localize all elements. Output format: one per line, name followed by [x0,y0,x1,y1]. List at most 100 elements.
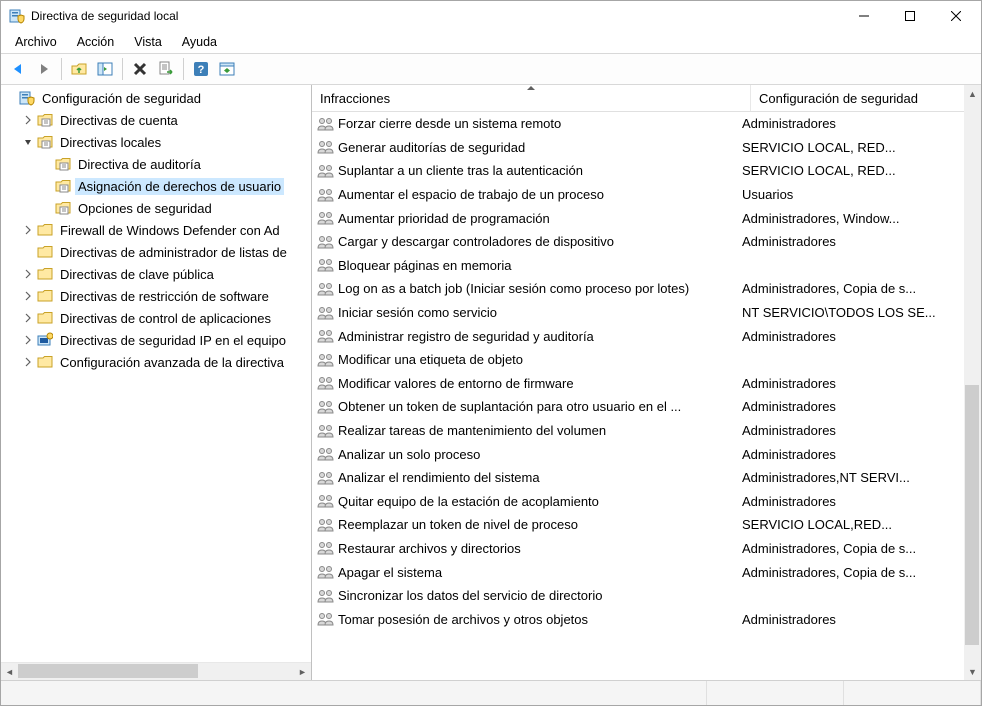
tree-item[interactable]: Firewall de Windows Defender con Ad [1,219,311,241]
list-row[interactable]: Modificar una etiqueta de objeto [312,348,964,372]
tree-pane: Configuración de seguridadDirectivas de … [1,85,312,680]
tree-item[interactable]: Directivas de cuenta [1,109,311,131]
toolbar-separator [183,58,184,80]
maximize-button[interactable] [887,1,933,31]
list-row[interactable]: Aumentar el espacio de trabajo de un pro… [312,183,964,207]
policy-name: Obtener un token de suplantación para ot… [338,399,742,414]
forward-icon[interactable] [33,58,55,80]
folder-icon [55,178,71,194]
tree-item[interactable]: Directivas locales [1,131,311,153]
tree-item[interactable]: Configuración de seguridad [1,87,311,109]
app-icon [9,8,25,24]
list-row[interactable]: Iniciar sesión como servicioNT SERVICIO\… [312,301,964,325]
user-right-icon [316,540,336,556]
tree-item[interactable]: Opciones de seguridad [1,197,311,219]
scrollbar-thumb[interactable] [18,664,198,678]
menu-vista[interactable]: Vista [124,33,172,51]
status-bar [1,680,981,705]
user-right-icon [316,564,336,580]
scroll-left-icon[interactable]: ◄ [1,663,18,680]
list-row[interactable]: Generar auditorías de seguridadSERVICIO … [312,136,964,160]
scroll-down-icon[interactable]: ▼ [964,663,981,680]
expand-icon[interactable] [23,225,37,235]
column-header-setting[interactable]: Configuración de seguridad [751,85,964,111]
list-row[interactable]: Aumentar prioridad de programaciónAdmini… [312,206,964,230]
expand-icon[interactable] [23,269,37,279]
list-row[interactable]: Apagar el sistemaAdministradores, Copia … [312,560,964,584]
policy-name: Forzar cierre desde un sistema remoto [338,116,742,131]
tree-item[interactable]: Configuración avanzada de la directiva [1,351,311,373]
column-header-setting-label: Configuración de seguridad [759,91,918,106]
list-row[interactable]: Modificar valores de entorno de firmware… [312,372,964,396]
menu-acción[interactable]: Acción [67,33,125,51]
tree[interactable]: Configuración de seguridadDirectivas de … [1,85,311,662]
collapse-icon[interactable] [23,137,37,147]
back-icon[interactable] [7,58,29,80]
security-setting: NT SERVICIO\TODOS LOS SE... [742,305,964,320]
tree-item[interactable]: Directivas de restricción de software [1,285,311,307]
list-row[interactable]: Cargar y descargar controladores de disp… [312,230,964,254]
show-hide-tree-icon[interactable] [94,58,116,80]
list-row[interactable]: Suplantar a un cliente tras la autentica… [312,159,964,183]
security-setting: Administradores, Window... [742,211,964,226]
tree-item[interactable]: Directivas de administrador de listas de [1,241,311,263]
expand-icon[interactable] [23,335,37,345]
list-row[interactable]: Analizar un solo procesoAdministradores [312,442,964,466]
tree-item[interactable]: Asignación de derechos de usuario [1,175,311,197]
expand-icon[interactable] [23,115,37,125]
tree-horizontal-scrollbar[interactable]: ◄ ► [1,662,311,680]
expand-icon[interactable] [23,357,37,367]
list-row[interactable]: Sincronizar los datos del servicio de di… [312,584,964,608]
list-row[interactable]: Reemplazar un token de nivel de procesoS… [312,513,964,537]
tree-item[interactable]: Directiva de auditoría [1,153,311,175]
policy-name: Reemplazar un token de nivel de proceso [338,517,742,532]
list-row[interactable]: Log on as a batch job (Iniciar sesión co… [312,277,964,301]
list-row[interactable]: Bloquear páginas en memoria [312,254,964,278]
list-row[interactable]: Administrar registro de seguridad y audi… [312,324,964,348]
policy-name: Sincronizar los datos del servicio de di… [338,588,742,603]
tree-item-label: Directivas de seguridad IP en el equipo [57,332,289,349]
toolbar-separator [122,58,123,80]
delete-icon[interactable] [129,58,151,80]
tree-item[interactable]: Directivas de control de aplicaciones [1,307,311,329]
menu-ayuda[interactable]: Ayuda [172,33,227,51]
user-right-icon [316,352,336,368]
up-folder-icon[interactable] [68,58,90,80]
list-body[interactable]: Forzar cierre desde un sistema remoto Adm… [312,112,964,680]
tree-item[interactable]: Directivas de clave pública [1,263,311,285]
scroll-right-icon[interactable]: ► [294,663,311,680]
scroll-up-icon[interactable]: ▲ [964,85,981,102]
minimize-button[interactable] [841,1,887,31]
folder-icon [55,200,71,216]
list-row[interactable]: Realizar tareas de mantenimiento del vol… [312,419,964,443]
list-vertical-scrollbar[interactable]: ▲ ▼ [964,85,981,680]
list-row[interactable]: Forzar cierre desde un sistema remotoAdm… [312,112,964,136]
list-row[interactable]: Tomar posesión de archivos y otros objet… [312,607,964,631]
close-button[interactable] [933,1,979,31]
user-right-icon [316,375,336,391]
expand-icon[interactable] [23,291,37,301]
list-row[interactable]: Obtener un token de suplantación para ot… [312,395,964,419]
expand-icon[interactable] [23,313,37,323]
tree-item[interactable]: Directivas de seguridad IP en el equipo [1,329,311,351]
svg-text:?: ? [198,64,205,76]
policy-name: Bloquear páginas en memoria [338,258,742,273]
list-row[interactable]: Analizar el rendimiento del sistemaAdmin… [312,466,964,490]
security-setting: Administradores, Copia de s... [742,565,964,580]
help-icon[interactable]: ? [190,58,212,80]
user-right-icon [316,139,336,155]
user-right-icon [316,305,336,321]
menu-archivo[interactable]: Archivo [5,33,67,51]
list-row[interactable]: Quitar equipo de la estación de acoplami… [312,490,964,514]
export-list-icon[interactable] [155,58,177,80]
list-pane: Infracciones Configuración de seguridad … [312,85,981,680]
tree-item-label: Directivas de clave pública [57,266,217,283]
properties-icon[interactable] [216,58,238,80]
list-header: Infracciones Configuración de seguridad [312,85,964,112]
scrollbar-thumb[interactable] [965,385,979,645]
folder-icon [37,112,53,128]
column-header-policy[interactable]: Infracciones [312,85,751,111]
tree-item-label: Opciones de seguridad [75,200,215,217]
policy-name: Modificar valores de entorno de firmware [338,376,742,391]
list-row[interactable]: Restaurar archivos y directoriosAdminist… [312,537,964,561]
